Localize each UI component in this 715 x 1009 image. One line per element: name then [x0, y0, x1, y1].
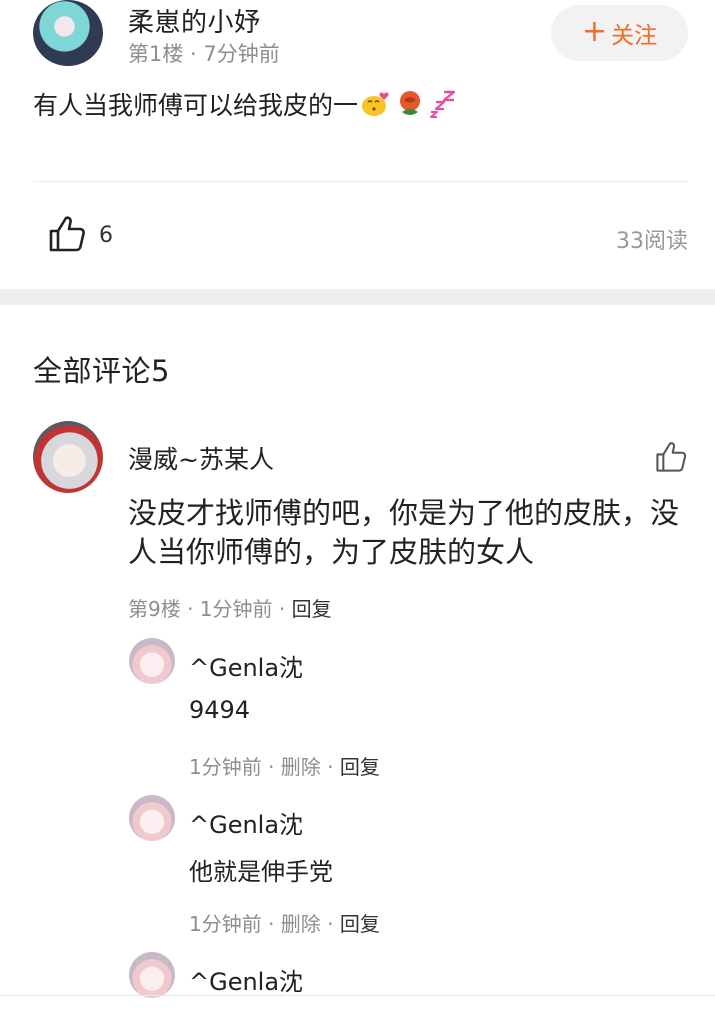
- reply-avatar[interactable]: [129, 952, 175, 998]
- post-meta: 第1楼 · 7分钟前: [128, 42, 280, 66]
- thumbs-up-icon[interactable]: [47, 214, 87, 254]
- reply-meta: 1分钟前 · 删除 · 回复: [189, 908, 380, 937]
- reply-author[interactable]: ^Genla沈: [189, 648, 303, 683]
- reply-meta: 1分钟前 · 删除 · 回复: [189, 751, 380, 780]
- reply-text: 他就是伸手党: [189, 858, 333, 886]
- author-avatar[interactable]: [33, 0, 103, 66]
- post-text: 有人当我师傅可以给我皮的一: [33, 86, 460, 122]
- reply-reply-button[interactable]: 回复: [340, 755, 380, 779]
- rose-emoji-icon: [400, 91, 421, 115]
- section-divider: [0, 289, 715, 305]
- divider: [33, 181, 688, 182]
- like-count: 6: [99, 223, 113, 248]
- reply-author[interactable]: ^Genla沈: [189, 805, 303, 840]
- sleep-emoji-icon: [430, 90, 456, 118]
- reply-reply-button[interactable]: 回复: [340, 912, 380, 936]
- reply-avatar[interactable]: [129, 638, 175, 684]
- reply-separator: ·: [320, 912, 340, 936]
- comments-title: 全部评论5: [33, 354, 170, 388]
- reply-avatar[interactable]: [129, 795, 175, 841]
- reply-delete-button[interactable]: 删除: [281, 755, 321, 779]
- bottom-divider: [0, 995, 715, 996]
- follow-button[interactable]: + 关注: [551, 5, 688, 61]
- comment-author[interactable]: 漫威~苏某人: [128, 440, 274, 476]
- reply-text: 9494: [189, 696, 251, 724]
- reply-time: 1分钟前 ·: [189, 912, 281, 936]
- comment-text: 没皮才找师傅的吧，你是为了他的皮肤，没人当你师傅的，为了皮肤的女人: [128, 496, 680, 569]
- comment-meta-info: 第9楼 · 1分钟前 ·: [128, 597, 292, 621]
- reply-author[interactable]: ^Genla沈: [189, 962, 303, 997]
- plus-icon: +: [581, 13, 608, 49]
- comment-like-icon[interactable]: [654, 440, 688, 474]
- post-text-content: 有人当我师傅可以给我皮的一: [33, 91, 359, 120]
- author-name[interactable]: 柔崽的小妤: [128, 2, 261, 39]
- follow-label: 关注: [611, 23, 658, 49]
- comment-meta: 第9楼 · 1分钟前 · 回复: [128, 593, 332, 622]
- reply-delete-button[interactable]: 删除: [281, 912, 321, 936]
- read-count: 33阅读: [616, 229, 688, 254]
- reply-time: 1分钟前 ·: [189, 755, 281, 779]
- comment-reply-button[interactable]: 回复: [292, 597, 332, 621]
- comment-avatar[interactable]: [33, 421, 103, 493]
- kiss-emoji-icon: [362, 92, 389, 116]
- reply-separator: ·: [320, 755, 340, 779]
